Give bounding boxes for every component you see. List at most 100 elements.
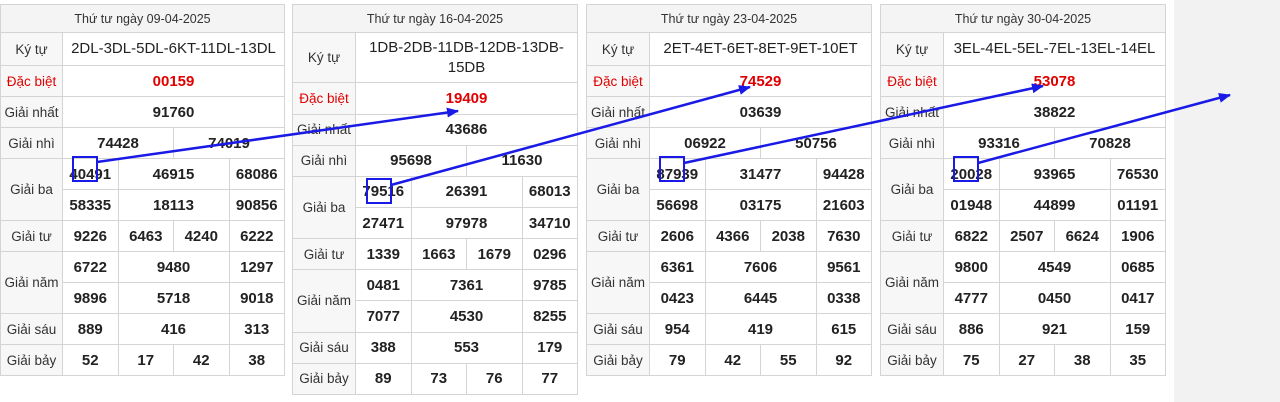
seventh-prize-number: 55 bbox=[760, 344, 817, 376]
label-giai-nam: Giải năm bbox=[0, 251, 63, 314]
label-giai-nhi: Giải nhì bbox=[880, 127, 944, 159]
fifth-prize-number: 0481 bbox=[355, 269, 412, 302]
fourth-prize-number: 2038 bbox=[760, 220, 817, 252]
label-giai-sau: Giải sáu bbox=[292, 331, 356, 364]
fourth-prize-number: 4240 bbox=[173, 220, 230, 252]
third-prize-number: 27471 bbox=[355, 207, 412, 240]
label-giai-sau: Giải sáu bbox=[0, 313, 63, 345]
label-ky-tu: Ký tự bbox=[0, 32, 63, 66]
label-giai-bay: Giải bảy bbox=[880, 344, 944, 376]
second-prize-number: 93316 bbox=[943, 127, 1055, 159]
fifth-prize-number: 4530 bbox=[410, 300, 523, 333]
fifth-prize-number: 6361 bbox=[649, 251, 706, 283]
first-prize-number: 43686 bbox=[355, 113, 578, 146]
fourth-prize-number: 6624 bbox=[1054, 220, 1111, 252]
seventh-prize-number: 92 bbox=[815, 344, 872, 376]
sixth-prize-number: 886 bbox=[943, 313, 1000, 345]
fifth-prize-number: 5718 bbox=[117, 282, 230, 314]
fifth-prize-number: 9561 bbox=[815, 251, 872, 283]
sixth-prize-number: 553 bbox=[410, 331, 523, 364]
fourth-prize-number: 2507 bbox=[998, 220, 1055, 252]
first-prize-number: 38822 bbox=[943, 96, 1166, 128]
special-prize-number: 74529 bbox=[649, 65, 872, 97]
special-prize-number: 19409 bbox=[355, 82, 578, 115]
fourth-prize-number: 6222 bbox=[228, 220, 285, 252]
sixth-prize-number: 921 bbox=[998, 313, 1111, 345]
third-prize-number: 58335 bbox=[62, 189, 119, 221]
seventh-prize-number: 17 bbox=[117, 344, 174, 376]
third-prize-number: 20028 bbox=[943, 158, 1000, 190]
label-giai-bay: Giải bảy bbox=[292, 362, 356, 396]
ky-tu-codes: 2ET-4ET-6ET-8ET-9ET-10ET bbox=[649, 32, 872, 66]
seventh-prize-number: 38 bbox=[1054, 344, 1111, 376]
fifth-prize-number: 6722 bbox=[62, 251, 119, 283]
fifth-prize-number: 1297 bbox=[228, 251, 285, 283]
second-prize-number: 95698 bbox=[355, 144, 467, 177]
results-table-3: Thứ tư ngày 23-04-2025 Ký tự 2ET-4ET-6ET-… bbox=[586, 4, 872, 376]
fifth-prize-number: 9785 bbox=[521, 269, 578, 302]
fifth-prize-number: 9896 bbox=[62, 282, 119, 314]
fifth-prize-number: 0450 bbox=[998, 282, 1111, 314]
label-giai-nhat: Giải nhất bbox=[292, 113, 356, 146]
fourth-prize-number: 9226 bbox=[62, 220, 119, 252]
fifth-prize-number: 4777 bbox=[943, 282, 1000, 314]
fifth-prize-number: 4549 bbox=[998, 251, 1111, 283]
label-ky-tu: Ký tự bbox=[586, 32, 650, 66]
sixth-prize-number: 313 bbox=[228, 313, 285, 345]
label-dac-biet: Đặc biệt bbox=[0, 65, 63, 97]
fourth-prize-number: 7630 bbox=[815, 220, 872, 252]
seventh-prize-number: 38 bbox=[228, 344, 285, 376]
second-prize-number: 11630 bbox=[466, 144, 578, 177]
seventh-prize-number: 52 bbox=[62, 344, 119, 376]
label-giai-tu: Giải tư bbox=[292, 238, 356, 271]
label-giai-ba: Giải ba bbox=[880, 158, 944, 221]
third-prize-number: 40491 bbox=[62, 158, 119, 190]
fifth-prize-number: 0423 bbox=[649, 282, 706, 314]
results-table-1: Thứ tư ngày 09-04-2025 Ký tự 2DL-3DL-5DL-… bbox=[0, 4, 285, 376]
sixth-prize-number: 179 bbox=[521, 331, 578, 364]
table-date-header: Thứ tư ngày 09-04-2025 bbox=[0, 4, 285, 33]
first-prize-number: 91760 bbox=[62, 96, 285, 128]
special-prize-number: 53078 bbox=[943, 65, 1166, 97]
third-prize-number: 26391 bbox=[410, 175, 523, 209]
fourth-prize-number: 1906 bbox=[1109, 220, 1166, 252]
fifth-prize-number: 7077 bbox=[355, 300, 412, 333]
third-prize-number: 03175 bbox=[704, 189, 817, 221]
seventh-prize-number: 27 bbox=[998, 344, 1055, 376]
third-prize-number: 76530 bbox=[1109, 158, 1166, 190]
label-giai-nam: Giải năm bbox=[880, 251, 944, 314]
third-prize-number: 68086 bbox=[228, 158, 285, 190]
third-prize-number: 31477 bbox=[704, 158, 817, 190]
second-prize-number: 70828 bbox=[1054, 127, 1166, 159]
label-giai-sau: Giải sáu bbox=[880, 313, 944, 345]
label-giai-ba: Giải ba bbox=[0, 158, 63, 221]
label-giai-ba: Giải ba bbox=[292, 175, 356, 240]
fourth-prize-number: 6463 bbox=[117, 220, 174, 252]
label-giai-bay: Giải bảy bbox=[0, 344, 63, 376]
third-prize-number: 46915 bbox=[117, 158, 230, 190]
ky-tu-codes: 1DB-2DB-11DB-12DB-13DB-15DB bbox=[355, 32, 578, 84]
label-giai-nhat: Giải nhất bbox=[880, 96, 944, 128]
label-giai-nam: Giải năm bbox=[292, 269, 356, 333]
fifth-prize-number: 0417 bbox=[1109, 282, 1166, 314]
fourth-prize-number: 1663 bbox=[410, 238, 467, 271]
fifth-prize-number: 7361 bbox=[410, 269, 523, 302]
second-prize-number: 74019 bbox=[173, 127, 285, 159]
label-giai-ba: Giải ba bbox=[586, 158, 650, 221]
second-prize-number: 50756 bbox=[760, 127, 872, 159]
second-prize-number: 74428 bbox=[62, 127, 174, 159]
third-prize-number: 68013 bbox=[521, 175, 578, 209]
sixth-prize-number: 615 bbox=[815, 313, 872, 345]
sixth-prize-number: 388 bbox=[355, 331, 412, 364]
label-giai-tu: Giải tư bbox=[0, 220, 63, 252]
fifth-prize-number: 7606 bbox=[704, 251, 817, 283]
seventh-prize-number: 79 bbox=[649, 344, 706, 376]
seventh-prize-number: 76 bbox=[466, 362, 523, 396]
label-giai-nhat: Giải nhất bbox=[586, 96, 650, 128]
label-dac-biet: Đặc biệt bbox=[586, 65, 650, 97]
third-prize-number: 21603 bbox=[815, 189, 872, 221]
seventh-prize-number: 89 bbox=[355, 362, 412, 396]
third-prize-number: 01948 bbox=[943, 189, 1000, 221]
label-ky-tu: Ký tự bbox=[292, 32, 356, 84]
third-prize-number: 01191 bbox=[1109, 189, 1166, 221]
